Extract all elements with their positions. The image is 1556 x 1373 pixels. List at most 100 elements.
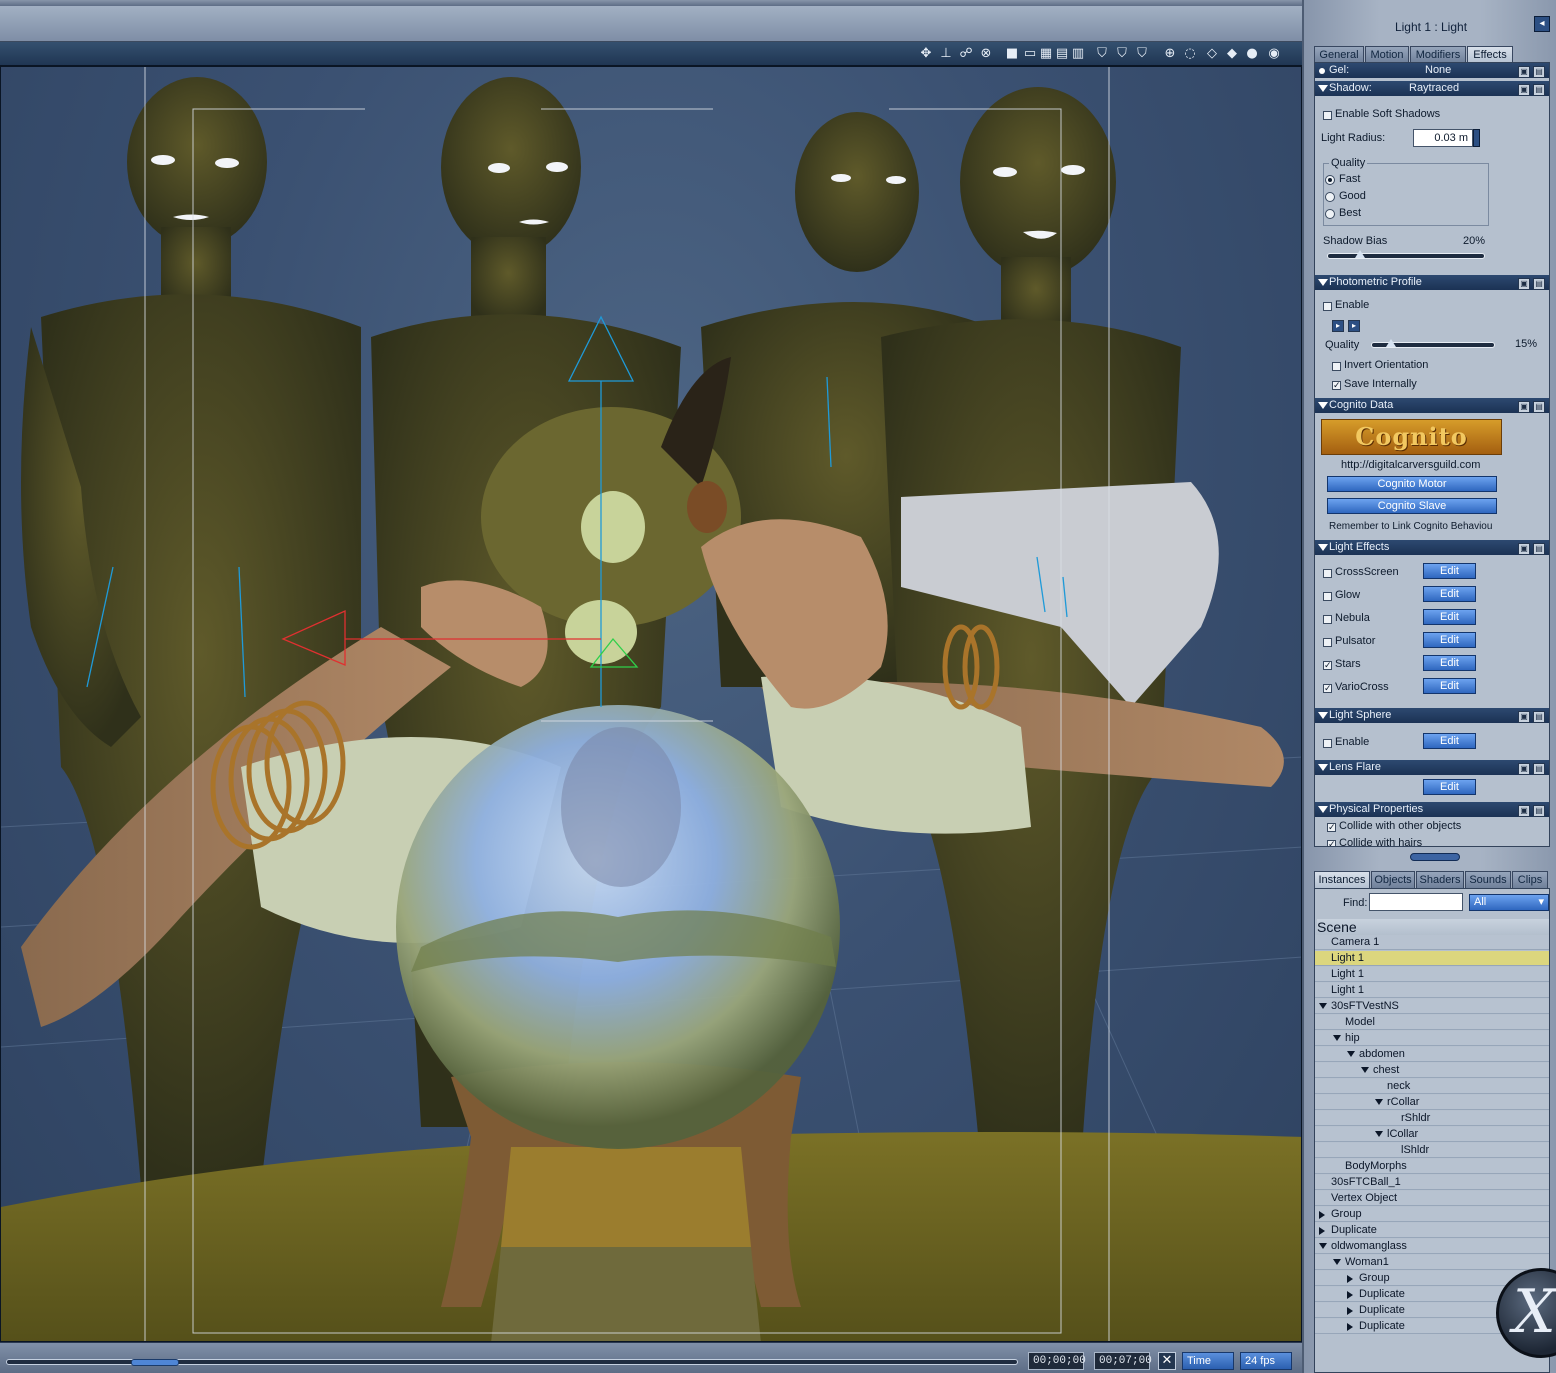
load-icon[interactable]: ▤: [1533, 66, 1545, 78]
tree-item[interactable]: Camera 1: [1315, 935, 1549, 950]
tree-item[interactable]: Vertex Object: [1315, 1191, 1549, 1206]
expand-down-icon[interactable]: [1347, 1051, 1355, 1057]
tab-objects[interactable]: Objects: [1371, 871, 1415, 888]
effect-edit-button[interactable]: Edit: [1423, 632, 1476, 648]
invert-orientation-checkbox[interactable]: [1332, 362, 1341, 371]
tree-item[interactable]: neck: [1315, 1079, 1549, 1094]
effect-checkbox[interactable]: [1323, 569, 1332, 578]
expand-right-icon[interactable]: [1347, 1307, 1353, 1315]
tree-item[interactable]: 30sFTVestNS: [1315, 999, 1549, 1014]
expand-right-icon[interactable]: [1319, 1227, 1325, 1235]
timeline-handle[interactable]: [131, 1359, 179, 1366]
filter-select[interactable]: All ▾: [1469, 894, 1549, 911]
collapse-triangle-icon[interactable]: [1318, 85, 1328, 92]
tree-item[interactable]: lCollar: [1315, 1127, 1549, 1142]
gel-row[interactable]: Gel: None ▣ ▤: [1315, 63, 1549, 78]
solid-cube-icon[interactable]: ◆: [1224, 46, 1240, 62]
effect-checkbox[interactable]: [1323, 592, 1332, 601]
light-sphere-header[interactable]: Light Sphere ▣ ▤: [1315, 708, 1549, 723]
shadow-bias-knob[interactable]: [1355, 250, 1365, 258]
expand-right-icon[interactable]: [1347, 1275, 1353, 1283]
four-view-icon[interactable]: ▦: [1038, 46, 1054, 62]
quality-good-radio[interactable]: [1325, 192, 1335, 202]
grid-view-icon[interactable]: ▤: [1054, 46, 1070, 62]
light-radius-input[interactable]: 0.03 m: [1413, 129, 1473, 147]
collapse-triangle-icon[interactable]: [1318, 764, 1328, 771]
loop-toggle-icon[interactable]: ✕: [1158, 1352, 1176, 1370]
collapse-triangle-icon[interactable]: [1318, 279, 1328, 286]
cognito-slave-button[interactable]: Cognito Slave: [1327, 498, 1497, 514]
tree-item[interactable]: Light 1: [1315, 983, 1549, 998]
tab-effects[interactable]: Effects: [1467, 46, 1513, 63]
save-icon[interactable]: ▣: [1518, 711, 1530, 723]
cognito-url[interactable]: http://digitalcarversguild.com: [1341, 459, 1480, 471]
cross-tool-icon[interactable]: ⊗: [978, 46, 994, 62]
save-icon[interactable]: ▣: [1518, 84, 1530, 96]
photometric-enable-checkbox[interactable]: [1323, 302, 1332, 311]
hierarchy-tool-icon[interactable]: ⊥: [938, 46, 954, 62]
expand-right-icon[interactable]: [1319, 1211, 1325, 1219]
effect-checkbox[interactable]: ✓: [1323, 661, 1332, 671]
expand-right-icon[interactable]: [1347, 1291, 1353, 1299]
physical-header[interactable]: Physical Properties ▣ ▤: [1315, 802, 1549, 817]
quality-fast-radio[interactable]: [1325, 175, 1335, 185]
collide-objects-checkbox[interactable]: ✓: [1327, 823, 1336, 833]
save-icon[interactable]: ▣: [1518, 763, 1530, 775]
tree-item[interactable]: Duplicate: [1315, 1223, 1549, 1238]
two-view-icon[interactable]: ▭: [1022, 46, 1038, 62]
expand-down-icon[interactable]: [1333, 1035, 1341, 1041]
shadow-row[interactable]: Shadow: Raytraced ▣ ▤: [1315, 81, 1549, 96]
tree-item[interactable]: Group: [1315, 1207, 1549, 1222]
soft-shadows-checkbox[interactable]: [1323, 111, 1332, 120]
cognito-motor-button[interactable]: Cognito Motor: [1327, 476, 1497, 492]
fps-select[interactable]: 24 fps: [1240, 1352, 1292, 1370]
radius-spinner[interactable]: [1473, 129, 1480, 147]
tab-sounds[interactable]: Sounds: [1465, 871, 1511, 888]
collapse-triangle-icon[interactable]: [1318, 402, 1328, 409]
collapse-triangle-icon[interactable]: [1318, 544, 1328, 551]
save-icon[interactable]: ▣: [1518, 401, 1530, 413]
save-icon[interactable]: ▣: [1518, 543, 1530, 555]
open-folder-icon-2[interactable]: ▸: [1348, 320, 1360, 332]
lens-flare-edit-button[interactable]: Edit: [1423, 779, 1476, 795]
tree-item[interactable]: rCollar: [1315, 1095, 1549, 1110]
panel-pin-icon[interactable]: ◂: [1534, 16, 1550, 32]
photometric-quality-slider[interactable]: [1371, 339, 1495, 348]
tree-item[interactable]: oldwomanglass: [1315, 1239, 1549, 1254]
photometric-quality-knob[interactable]: [1386, 339, 1396, 347]
collapse-triangle-icon[interactable]: [1318, 712, 1328, 719]
quality-best-radio[interactable]: [1325, 209, 1335, 219]
effect-edit-button[interactable]: Edit: [1423, 563, 1476, 579]
select-tool-icon[interactable]: ✥: [918, 46, 934, 62]
lens-flare-header[interactable]: Lens Flare ▣ ▤: [1315, 760, 1549, 775]
expand-down-icon[interactable]: [1319, 1003, 1327, 1009]
load-icon[interactable]: ▤: [1533, 763, 1545, 775]
expand-down-icon[interactable]: [1375, 1099, 1383, 1105]
tree-item[interactable]: abdomen: [1315, 1047, 1549, 1062]
effect-checkbox[interactable]: [1323, 615, 1332, 624]
panel-splitter-handle[interactable]: [1410, 853, 1460, 861]
load-icon[interactable]: ▤: [1533, 711, 1545, 723]
light-effects-header[interactable]: Light Effects ▣ ▤: [1315, 540, 1549, 555]
expand-right-icon[interactable]: [1347, 1323, 1353, 1331]
effect-checkbox[interactable]: [1323, 638, 1332, 647]
bones-tool-icon[interactable]: ☍: [958, 46, 974, 62]
load-icon[interactable]: ▤: [1533, 543, 1545, 555]
save-icon[interactable]: ▣: [1518, 278, 1530, 290]
time-mode-select[interactable]: Time: [1182, 1352, 1234, 1370]
light-sphere-edit-button[interactable]: Edit: [1423, 733, 1476, 749]
3d-viewport[interactable]: [0, 66, 1302, 1342]
single-view-icon[interactable]: ■: [1004, 46, 1020, 62]
collide-hairs-checkbox[interactable]: ✓: [1327, 840, 1336, 846]
render-sphere-icon[interactable]: ◉: [1266, 46, 1282, 62]
find-input[interactable]: [1369, 893, 1463, 911]
expand-down-icon[interactable]: [1319, 1243, 1327, 1249]
load-icon[interactable]: ▤: [1533, 84, 1545, 96]
tree-item[interactable]: Model: [1315, 1015, 1549, 1030]
save-icon[interactable]: ▣: [1518, 805, 1530, 817]
shadow-bias-slider[interactable]: [1327, 250, 1485, 259]
tree-item[interactable]: rShldr: [1315, 1111, 1549, 1126]
expand-down-icon[interactable]: [1361, 1067, 1369, 1073]
load-icon[interactable]: ▤: [1533, 805, 1545, 817]
tree-item[interactable]: BodyMorphs: [1315, 1159, 1549, 1174]
